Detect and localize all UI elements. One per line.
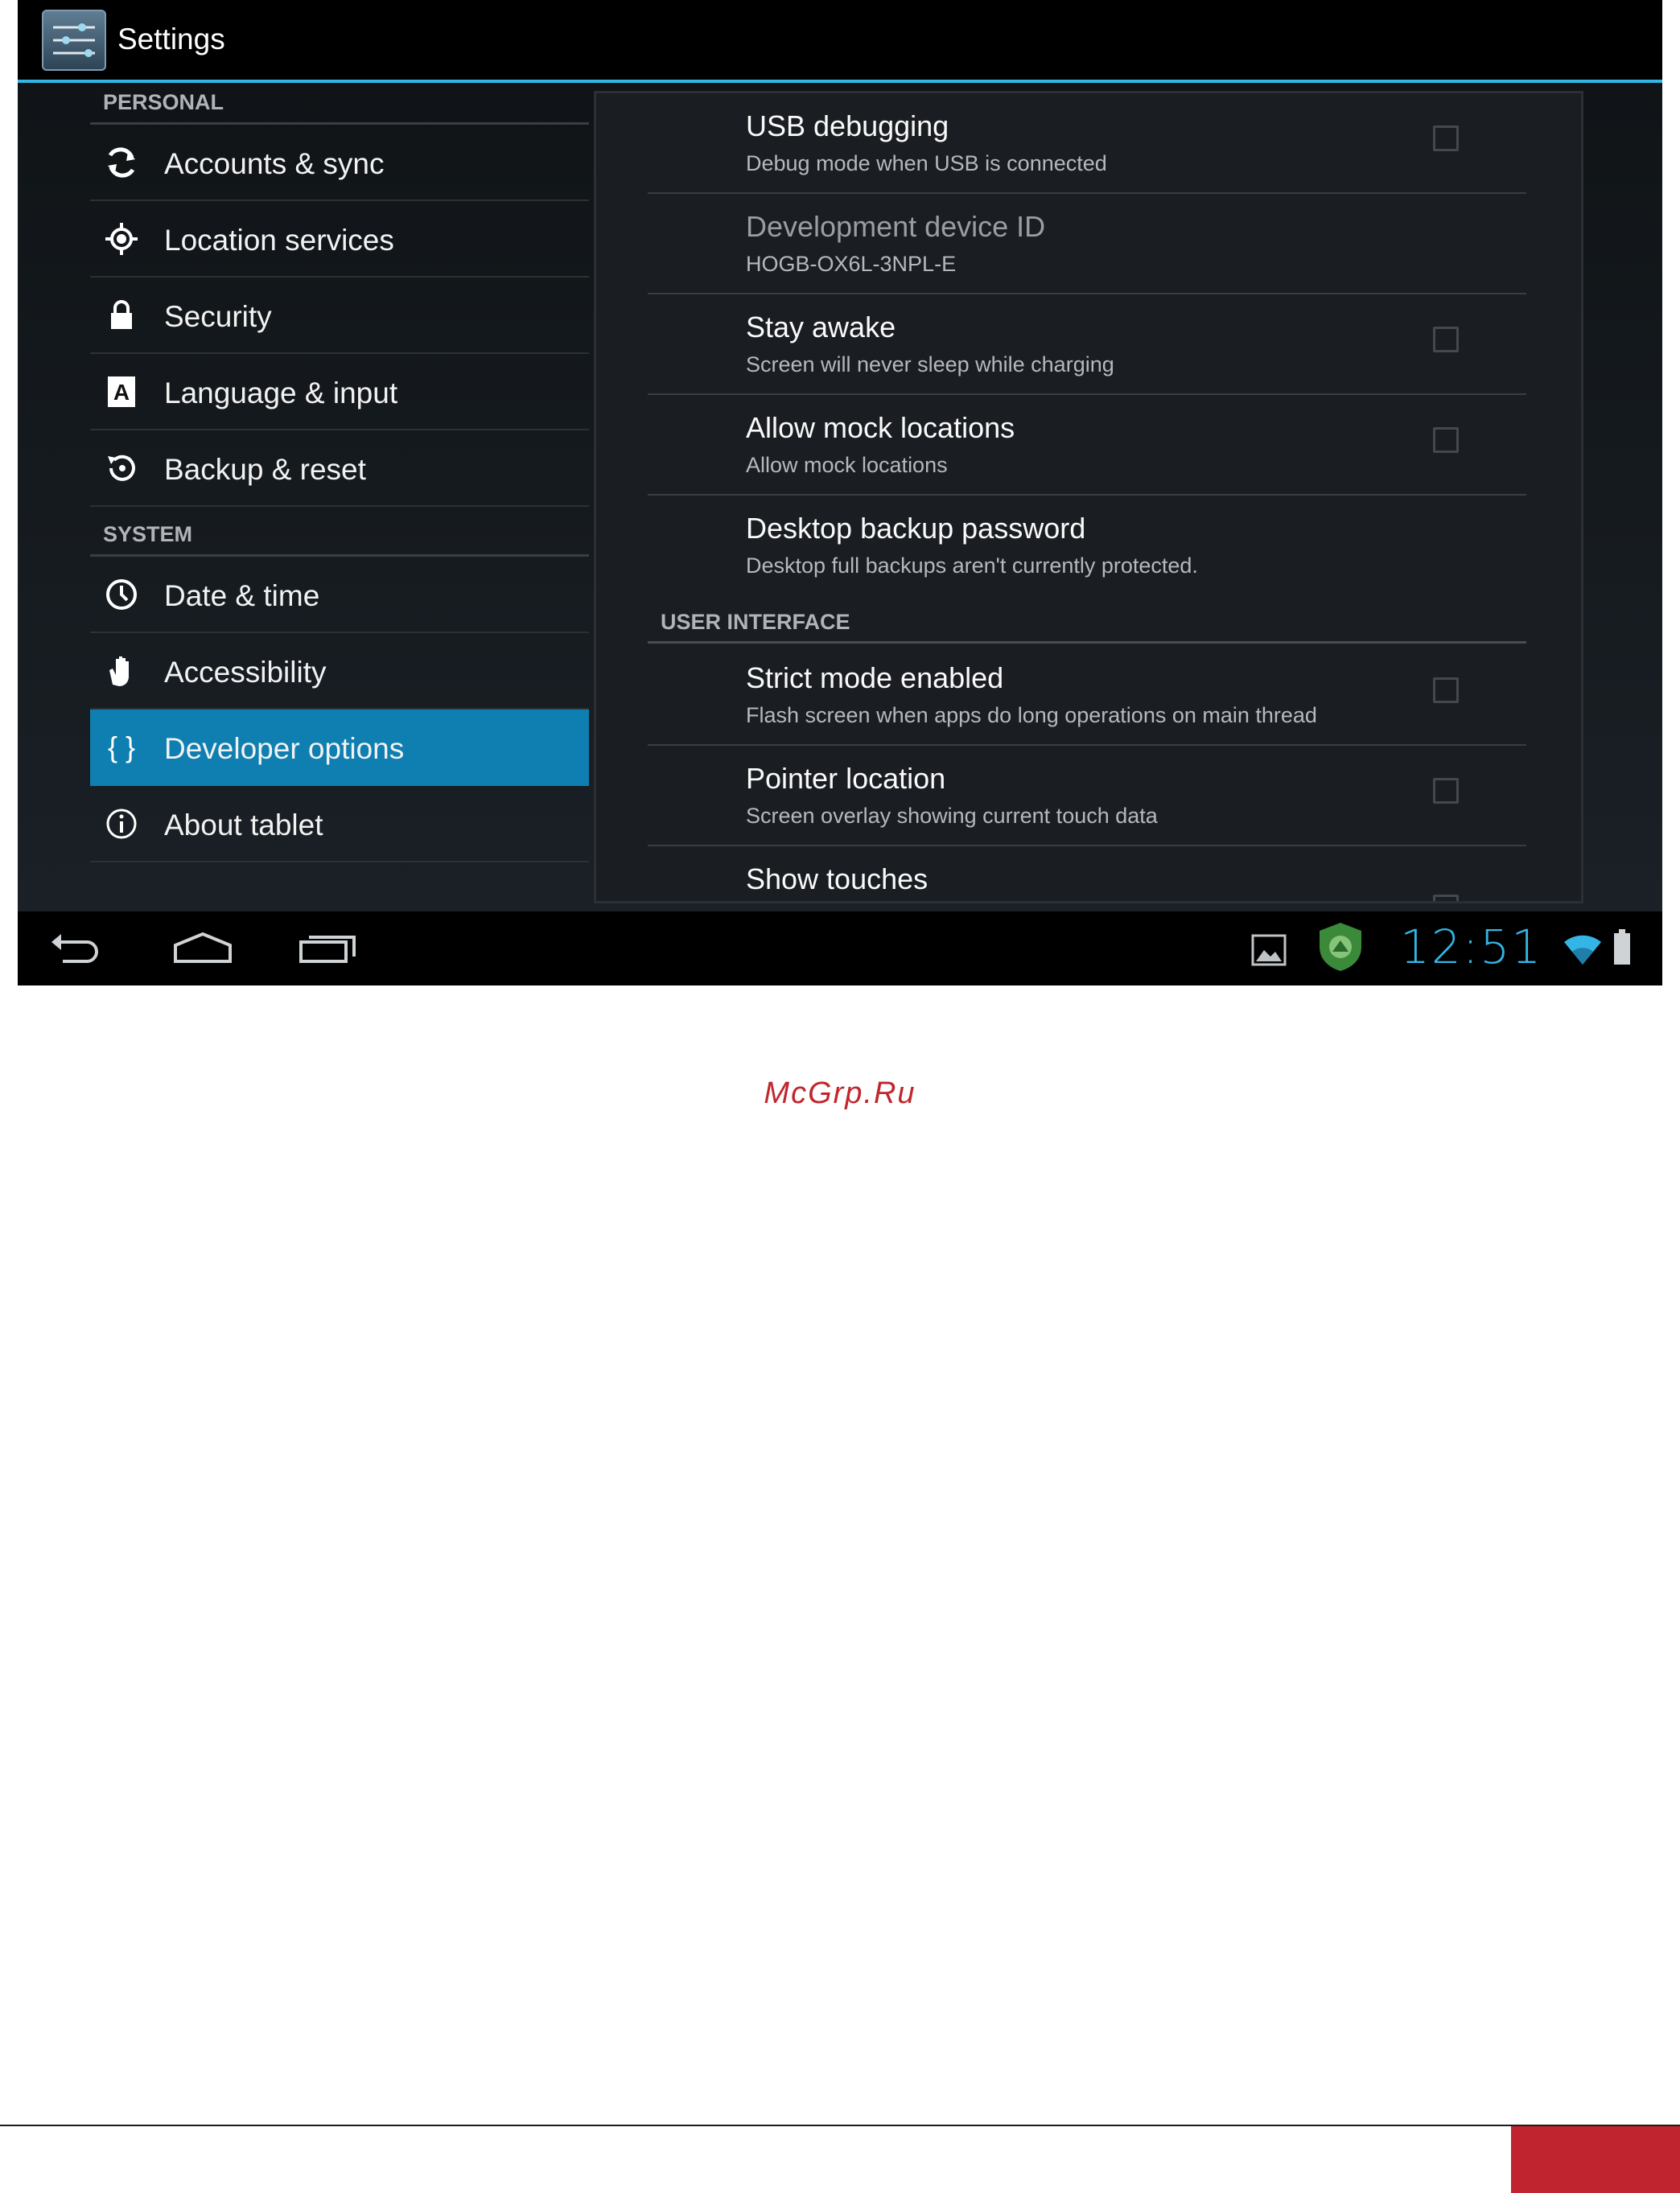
pref-title: Stay awake	[746, 311, 896, 344]
pref-title: Pointer location	[746, 762, 946, 795]
nav-item-location-services[interactable]: Location services	[90, 201, 589, 278]
nav-item-accounts-sync[interactable]: Accounts & sync	[90, 125, 589, 201]
wifi-icon	[1563, 931, 1603, 970]
nav-item-language-input[interactable]: A Language & input	[90, 354, 589, 430]
app-title: Settings	[117, 23, 225, 56]
pref-summary: Desktop full backups aren't currently pr…	[746, 553, 1198, 578]
lock-icon	[103, 297, 140, 334]
pref-strict-mode-enabled[interactable]: Strict mode enabled Flash screen when ap…	[648, 645, 1526, 746]
allow-mock-locations-checkbox[interactable]	[1433, 427, 1459, 453]
location-icon	[103, 220, 140, 257]
footer-accent-block	[1511, 2126, 1680, 2193]
pref-title: Development device ID	[746, 210, 1046, 243]
battery-icon	[1612, 928, 1632, 970]
nav-label: Location services	[164, 224, 394, 257]
gallery-notification-icon[interactable]	[1251, 934, 1287, 970]
pref-summary: Screen overlay showing current touch dat…	[746, 804, 1158, 828]
home-icon[interactable]	[171, 926, 235, 975]
pref-title: Strict mode enabled	[746, 661, 1004, 694]
show-touches-checkbox[interactable]	[1433, 895, 1459, 901]
pref-title: Allow mock locations	[746, 411, 1015, 444]
pref-summary: Screen will never sleep while charging	[746, 352, 1114, 376]
action-bar: Settings	[18, 0, 1662, 83]
nav-label: Accessibility	[164, 656, 327, 689]
watermark: McGrp.Ru	[764, 1076, 916, 1110]
back-icon[interactable]	[48, 926, 105, 975]
pref-summary: Allow mock locations	[746, 453, 948, 477]
pref-usb-debugging[interactable]: USB debugging Debug mode when USB is con…	[648, 93, 1526, 194]
shield-notification-icon[interactable]	[1315, 920, 1366, 978]
pref-pointer-location[interactable]: Pointer location Screen overlay showing …	[648, 746, 1526, 846]
settings-app-icon[interactable]	[42, 10, 106, 71]
pointer-location-checkbox[interactable]	[1433, 778, 1459, 804]
strict-mode-checkbox[interactable]	[1433, 677, 1459, 703]
nav-item-accessibility[interactable]: Accessibility	[90, 633, 589, 710]
stay-awake-checkbox[interactable]	[1433, 327, 1459, 352]
nav-label: Date & time	[164, 579, 320, 612]
pref-summary: HOGB-OX6L-3NPL-E	[746, 252, 957, 276]
pref-desktop-backup-password[interactable]: Desktop backup password Desktop full bac…	[648, 496, 1526, 596]
nav-item-developer-options[interactable]: { } Developer options	[90, 710, 589, 786]
pref-stay-awake[interactable]: Stay awake Screen will never sleep while…	[648, 294, 1526, 395]
pref-title: Show touches	[746, 862, 929, 895]
nav-label: Accounts & sync	[164, 147, 385, 180]
section-header-system: SYSTEM	[90, 515, 589, 557]
nav-item-backup-reset[interactable]: Backup & reset	[90, 430, 589, 507]
pref-summary: Debug mode when USB is connected	[746, 151, 1107, 175]
settings-content: PERSONAL Accounts & sync Location servic…	[18, 83, 1662, 911]
nav-item-security[interactable]: Security	[90, 278, 589, 354]
nav-item-date-time[interactable]: Date & time	[90, 557, 589, 633]
tablet-screen: Settings PERSONAL Accounts & sync Locati…	[18, 0, 1662, 985]
clock-icon	[103, 576, 140, 613]
footer-divider	[0, 2125, 1680, 2126]
nav-label: Language & input	[164, 376, 398, 409]
settings-headers-list[interactable]: PERSONAL Accounts & sync Location servic…	[90, 83, 589, 911]
developer-options-panel[interactable]: USB debugging Debug mode when USB is con…	[594, 91, 1583, 903]
pref-title: Desktop backup password	[746, 512, 1086, 545]
clock[interactable]: 12:51	[1400, 920, 1542, 974]
nav-label: Security	[164, 300, 272, 333]
sync-icon	[103, 144, 140, 181]
keyboard-icon: A	[103, 373, 140, 410]
svg-text:A: A	[113, 380, 130, 405]
nav-item-about-tablet[interactable]: About tablet	[90, 786, 589, 862]
pref-summary: Flash screen when apps do long operation…	[746, 703, 1317, 727]
recents-icon[interactable]	[298, 926, 359, 975]
usb-debugging-checkbox[interactable]	[1433, 125, 1459, 151]
pref-show-touches[interactable]: Show touches	[648, 846, 1526, 901]
section-header-user-interface: USER INTERFACE	[648, 602, 1526, 644]
braces-icon: { }	[107, 730, 136, 763]
hand-icon	[103, 652, 140, 689]
pref-development-device-id: Development device ID HOGB-OX6L-3NPL-E	[648, 194, 1526, 294]
nav-label: Backup & reset	[164, 453, 366, 486]
nav-label: Developer options	[164, 732, 405, 765]
pref-allow-mock-locations[interactable]: Allow mock locations Allow mock location…	[648, 395, 1526, 496]
nav-label: About tablet	[164, 808, 323, 841]
info-icon	[103, 805, 140, 842]
backup-icon	[103, 450, 140, 487]
section-header-personal: PERSONAL	[90, 83, 589, 125]
system-bar: 12:51	[18, 911, 1662, 985]
pref-title: USB debugging	[746, 109, 949, 142]
